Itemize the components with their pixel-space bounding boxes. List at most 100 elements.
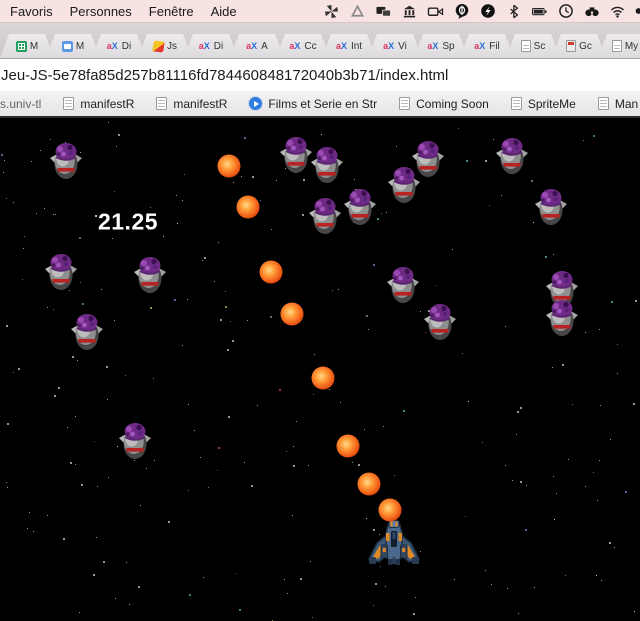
bookmark-icon [63,97,75,110]
battery-icon[interactable] [531,3,548,20]
tab-label: Gc [579,40,592,52]
bookmark-label: manifestR [80,96,135,111]
displays-icon[interactable] [375,3,392,20]
tab-label: Di [121,40,132,52]
browser-tab[interactable]: Cc [276,34,330,58]
tab-label: M [75,40,85,52]
alien-sprite [343,187,377,227]
macos-menu-bar: Favoris Personnes Fenêtre Aide [0,0,640,23]
fireball-sprite [378,498,402,522]
bookmark-item[interactable]: manifestR [156,97,227,111]
drive-icon[interactable] [349,3,366,20]
address-bar[interactable]: Jeu-JS-5e78fa85d257b81116fd7844608481720… [0,58,640,91]
tab-favicon [383,41,395,52]
url-text: Jeu-JS-5e78fa85d257b81116fd7844608481720… [1,66,449,84]
bookmark-label: Coming Soon [416,96,489,111]
browser-tab[interactable]: Js [138,34,192,58]
bookmark-item[interactable]: manifestR [63,97,134,111]
alien-sprite [387,165,421,205]
alien-sprite [534,187,568,227]
browser-tab[interactable]: A [230,34,284,58]
bookmark-item[interactable]: s.univ-tl [0,97,41,111]
tab-label: Di [213,40,224,52]
time-machine-icon[interactable] [557,3,574,20]
bookmark-item[interactable]: SpriteMe [510,96,576,111]
browser-tab[interactable]: My [598,34,640,58]
tab-favicon [62,41,73,52]
tab-favicon [152,40,164,52]
binoculars-icon[interactable] [583,3,600,20]
fireball-sprite [259,260,283,284]
menu-item[interactable]: Favoris [10,4,53,19]
bookmark-icon [399,97,411,110]
wifi-icon[interactable] [609,3,626,20]
browser-tab[interactable]: Sp [414,34,468,58]
fireball-sprite [336,434,360,458]
browser-tab-strip: M M Di Js Di A Cc Int Vi Sp Fil Sc Gc My [0,23,640,58]
browser-tab[interactable]: Int [322,34,376,58]
tab-label: A [261,40,268,52]
tab-favicon [566,40,576,52]
tab-label: Sp [442,40,455,52]
alien-sprite [49,141,83,181]
alien-sprite [70,312,104,352]
bookmark-item[interactable]: Coming Soon [399,97,489,111]
browser-tab[interactable]: Vi [368,34,422,58]
browser-tab[interactable]: Sc [506,34,560,58]
fireball-sprite [217,154,241,178]
bookmark-label: s.univ-tl [0,96,42,111]
fireball-sprite [280,302,304,326]
tab-label: Fil [489,40,500,52]
bookmark-item[interactable]: Man [597,96,639,111]
bookmark-label: Man [614,96,639,111]
lightning-icon[interactable] [479,3,496,20]
bookmark-icon [156,97,168,110]
alien-sprite [386,265,420,305]
bluetooth-icon[interactable] [505,3,522,20]
browser-tab[interactable]: M [46,34,100,58]
tab-label: Cc [304,40,317,52]
pinwheel-icon[interactable] [323,3,340,20]
alien-sprite [44,252,78,292]
tab-favicon [612,40,622,52]
tab-favicon [289,41,301,52]
tab-favicon [474,41,486,52]
alien-sprite [133,255,167,295]
bookmark-icon [597,97,609,110]
bank-icon[interactable] [401,3,418,20]
tabs: M M Di Js Di A Cc Int Vi Sp Fil Sc Gc My [0,34,640,58]
browser-tab[interactable]: Fil [460,34,514,58]
tab-label: My [624,40,639,52]
tab-favicon [427,41,439,52]
speech-bubble-icon[interactable] [453,3,470,20]
fireball-sprite [311,366,335,390]
menu-item[interactable]: Aide [211,4,237,19]
tab-favicon [246,41,258,52]
tab-favicon [521,40,531,52]
browser-tab[interactable]: M [0,34,54,58]
alien-sprite [545,298,579,338]
alien-sprite [279,135,313,175]
tab-favicon [336,41,348,52]
bookmark-label: manifestR [173,96,228,111]
alien-sprite [423,302,457,342]
truncated-icon[interactable] [635,3,640,20]
alien-sprite [118,421,152,461]
browser-tab[interactable]: Di [184,34,238,58]
bookmark-item[interactable]: Films et Serie en Str [249,97,377,111]
bookmarks-bar: s.univ-tl manifestR manifestR Films et S… [0,91,640,118]
fireball-sprite [236,195,260,219]
tab-label: Int [350,40,363,52]
menu-item[interactable]: Fenêtre [149,4,194,19]
bookmark-label: SpriteMe [527,96,576,111]
menu-item[interactable]: Personnes [70,4,132,19]
camera-icon[interactable] [427,3,444,20]
fireball-sprite [357,472,381,496]
browser-tab[interactable]: Gc [552,34,606,58]
browser-tab[interactable]: Di [92,34,146,58]
alien-sprite [310,145,344,185]
alien-sprite [495,136,529,176]
player-ship [367,519,421,567]
game-canvas[interactable]: 21.25 [0,118,640,621]
tab-label: Sc [533,40,546,52]
